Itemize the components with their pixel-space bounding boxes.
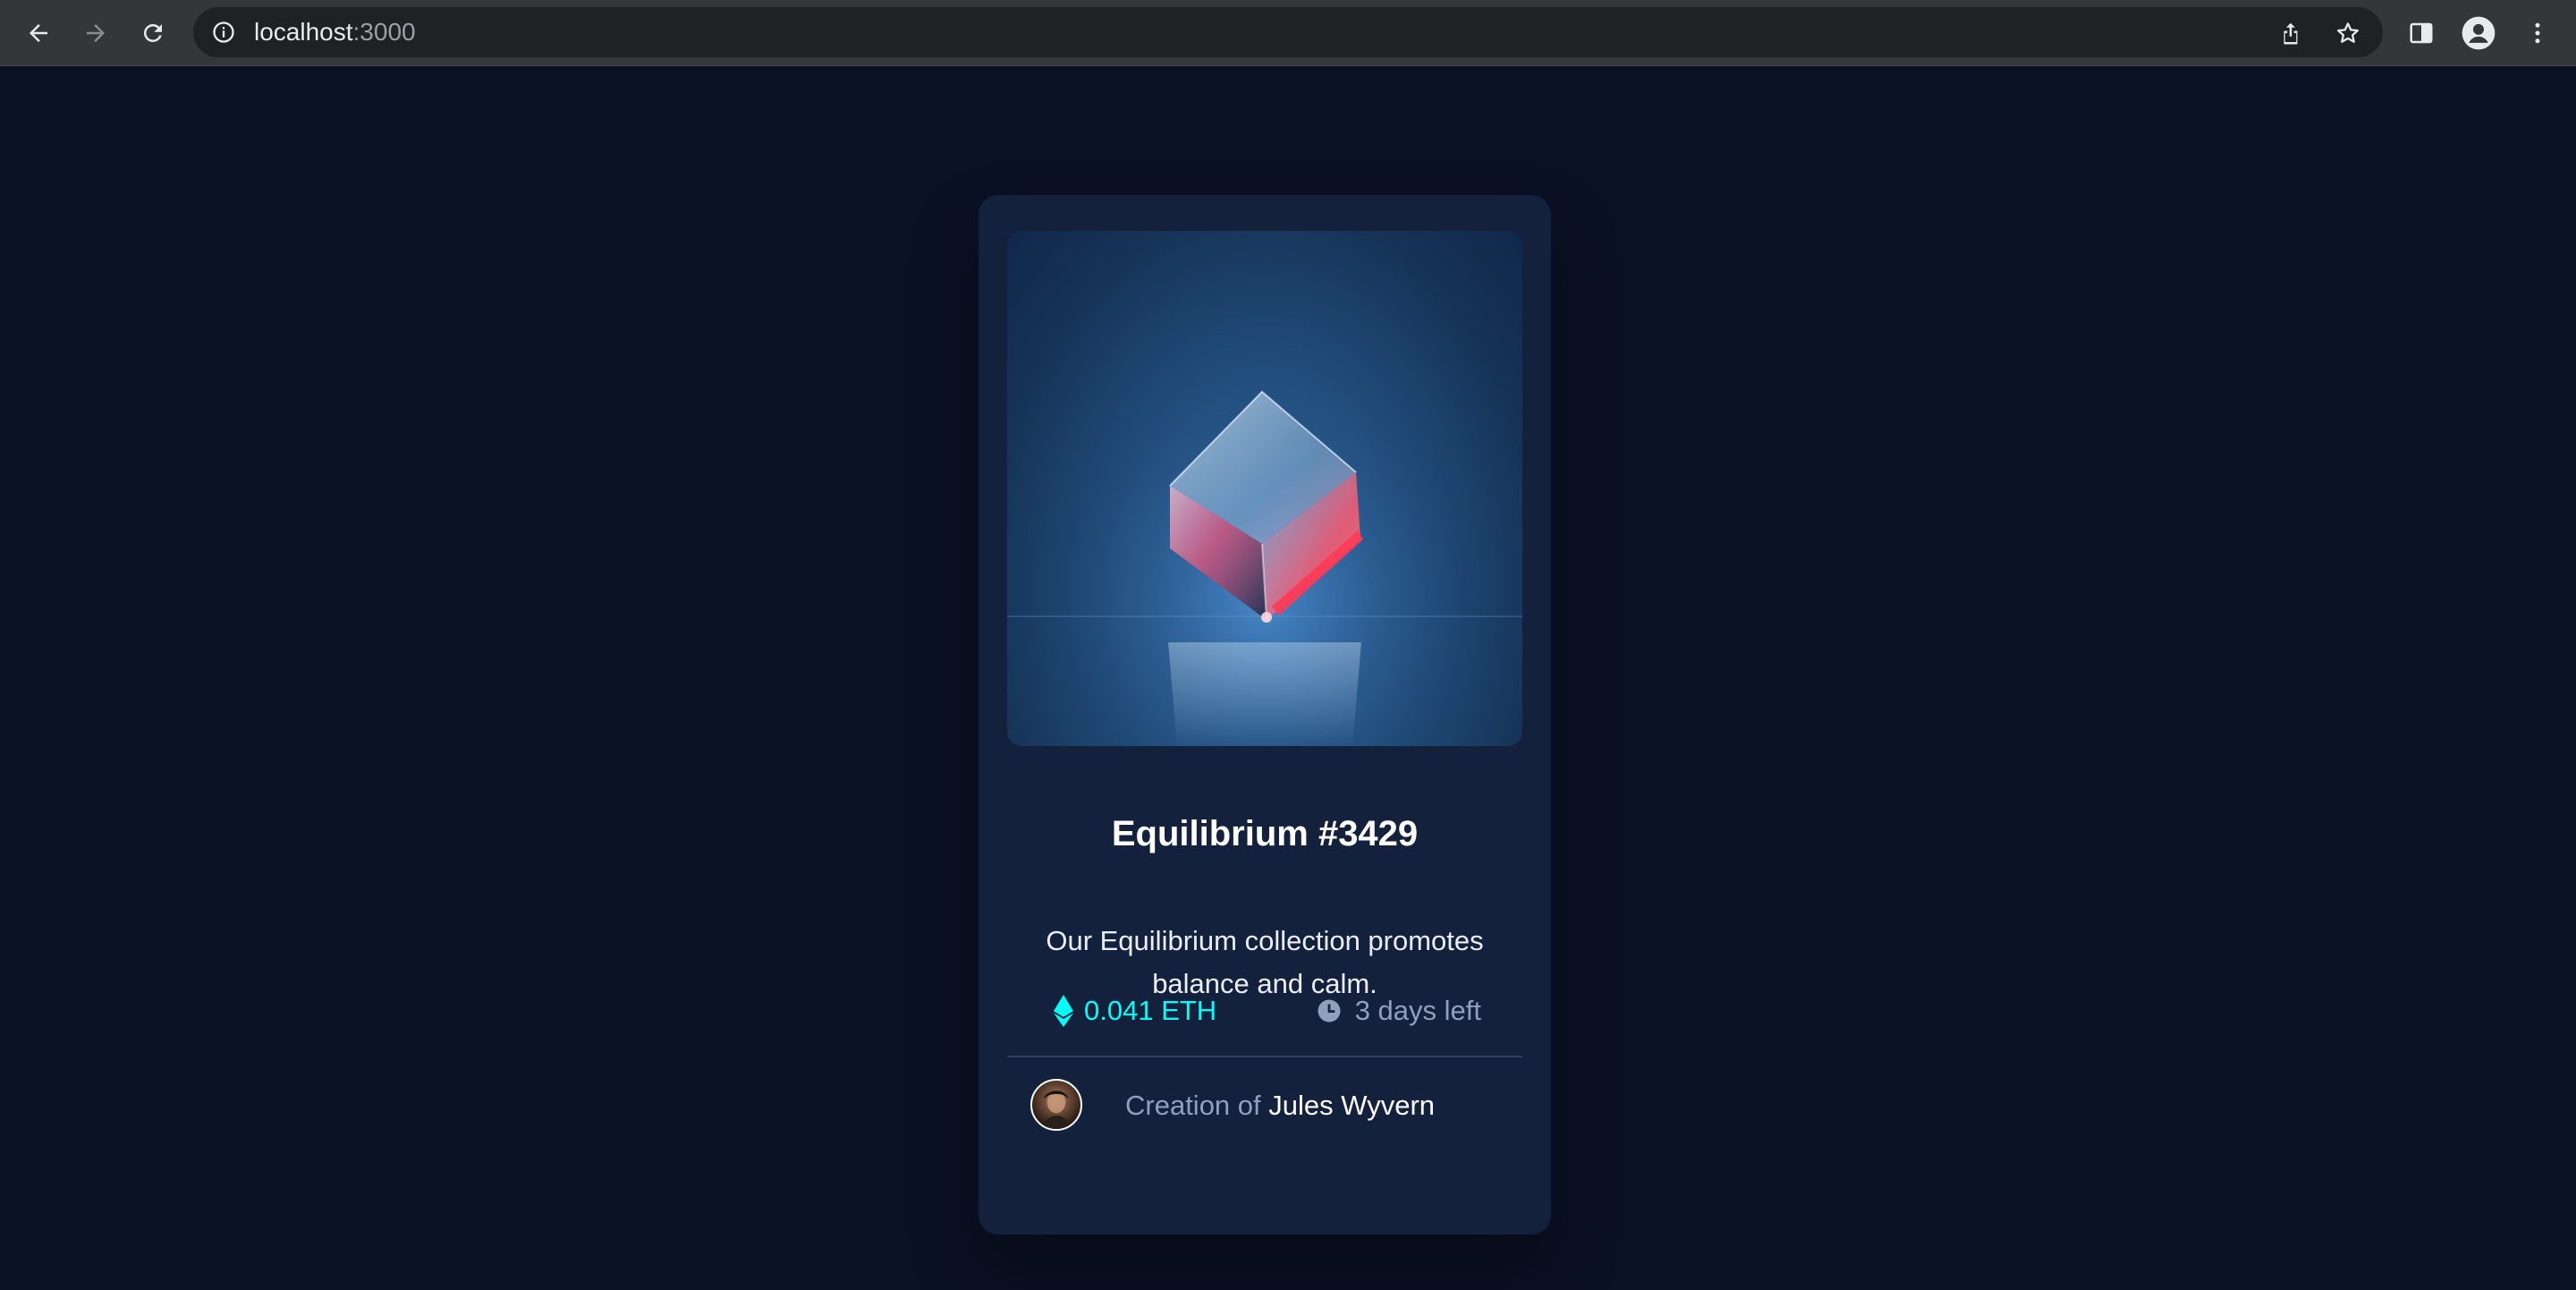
url-text: localhost:3000	[254, 19, 416, 46]
side-panel-icon	[2410, 22, 2433, 44]
share-icon[interactable]	[2277, 20, 2304, 47]
page-content: Equilibrium #3429 Our Equilibrium collec…	[0, 66, 2576, 1290]
creator-row: Creation of Jules Wyvern	[1007, 1072, 1522, 1143]
reload-button[interactable]	[132, 13, 174, 54]
address-bar[interactable]: localhost:3000	[193, 7, 2383, 57]
arrow-right-icon	[87, 24, 105, 42]
side-panel-button[interactable]	[2401, 13, 2442, 54]
info-icon[interactable]	[211, 20, 236, 45]
divider	[1007, 1056, 1522, 1057]
creator-text: Creation of Jules Wyvern	[1125, 1082, 1435, 1129]
cube-artwork	[1007, 231, 1522, 746]
nft-image[interactable]	[1007, 231, 1522, 746]
time-left: 3 days left	[1316, 988, 1481, 1034]
star-icon[interactable]	[2334, 20, 2361, 47]
creator-name[interactable]: Jules Wyvern	[1268, 1090, 1435, 1121]
nft-title[interactable]: Equilibrium #3429	[979, 812, 1551, 855]
forward-button[interactable]	[75, 13, 116, 54]
avatar	[1030, 1079, 1082, 1131]
ethereum-icon	[1054, 995, 1073, 1027]
browser-menu-button[interactable]	[2517, 13, 2558, 54]
reload-icon	[143, 23, 162, 42]
price-value: 0.041 ETH	[1084, 995, 1217, 1026]
browser-toolbar: localhost:3000	[0, 0, 2576, 66]
creator-prefix: Creation of	[1125, 1090, 1261, 1121]
clock-icon	[1318, 999, 1341, 1023]
profile-icon	[2462, 16, 2496, 50]
profile-button[interactable]	[2458, 13, 2499, 54]
url-port: :3000	[352, 18, 416, 46]
kebab-menu-icon	[2535, 22, 2540, 44]
nft-stats: 0.041 ETH 3 days left	[1007, 988, 1522, 1034]
url-host: localhost	[254, 18, 353, 46]
nft-card: Equilibrium #3429 Our Equilibrium collec…	[979, 195, 1551, 1235]
arrow-left-icon	[30, 24, 47, 42]
back-button[interactable]	[18, 13, 59, 54]
time-left-value: 3 days left	[1354, 995, 1481, 1026]
price: 0.041 ETH	[1054, 988, 1216, 1034]
